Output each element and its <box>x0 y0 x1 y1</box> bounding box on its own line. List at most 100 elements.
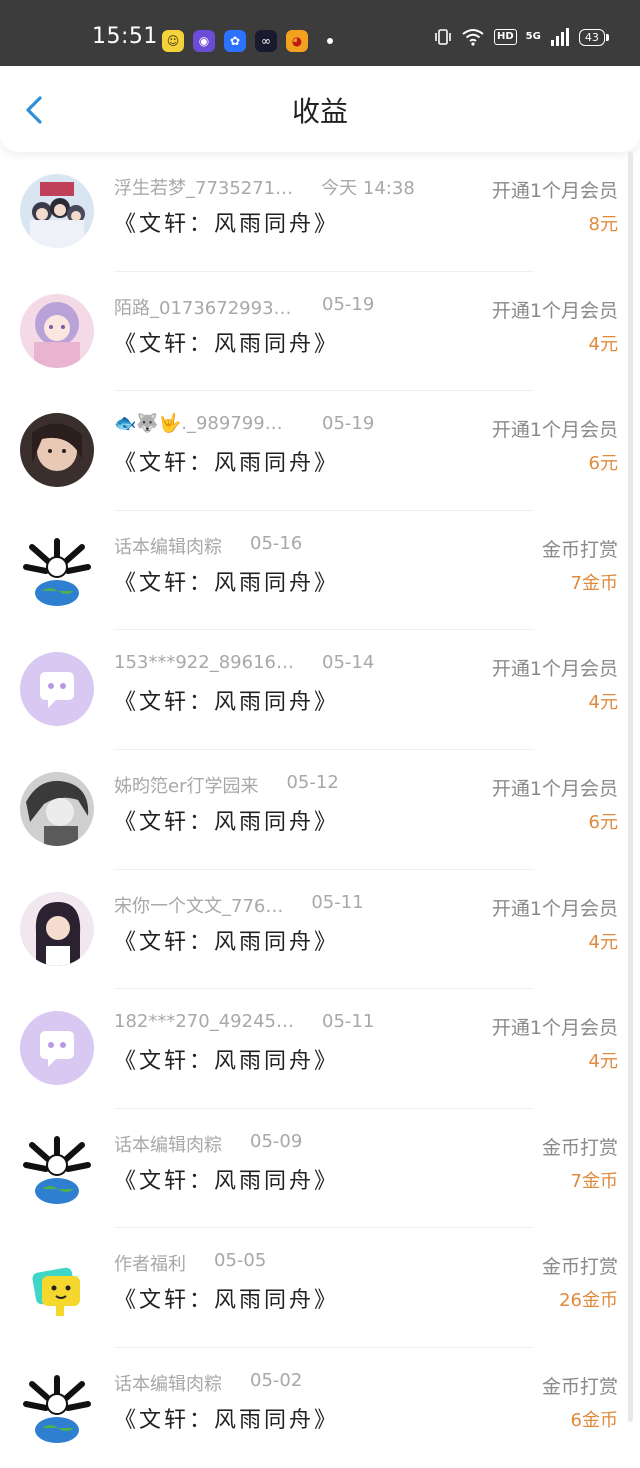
row-meta: 话本编辑肉粽 05-16 <box>114 533 302 559</box>
book-title: 《文轩：风雨同舟》 <box>114 1049 340 1075</box>
earning-row[interactable]: 182***270_4924577777 05-11 《文轩：风雨同舟》 开通1个… <box>0 989 640 1109</box>
avatar-default-chat <box>20 1011 94 1086</box>
avatar-author-welfare <box>20 1250 94 1325</box>
row-date: 05-02 <box>250 1369 303 1391</box>
book-title: 《文轩：风雨同舟》 <box>114 570 340 596</box>
user-name: 陌路_01736729932… <box>114 297 294 319</box>
row-meta: 作者福利 05-05 <box>114 1250 266 1276</box>
signal-icon <box>550 28 569 46</box>
book-title: 《文轩：风雨同舟》 <box>114 690 340 716</box>
earning-amount: 8元 <box>588 214 618 235</box>
row-date: 05-12 <box>286 771 339 793</box>
earning-amount: 4元 <box>588 931 618 953</box>
earning-amount: 26金币 <box>559 1290 618 1312</box>
user-name: 话本编辑肉粽 <box>114 536 222 558</box>
earning-type: 金币打赏 <box>541 1136 618 1159</box>
hd-badge: HD <box>494 29 517 45</box>
book-title: 《文轩：风雨同舟》 <box>114 1168 340 1194</box>
avatar-earth-dog <box>20 1369 94 1444</box>
avatar-default-chat <box>20 652 94 727</box>
user-name: 浮生若梦_7735271… <box>114 178 294 199</box>
dark-app-icon: ∞ <box>255 30 277 52</box>
row-meta: 话本编辑肉粽 05-09 <box>114 1131 302 1157</box>
weibo-app-icon: ◕ <box>286 30 308 52</box>
network-type: 5G <box>525 31 541 42</box>
book-title: 《文轩：风雨同舟》 <box>114 1407 340 1433</box>
earning-row[interactable]: 宋你一个文文_776… 05-11 《文轩：风雨同舟》 开通1个月会员 4元 <box>0 870 640 990</box>
earning-row[interactable]: 陌路_01736729932… 05-19 《文轩：风雨同舟》 开通1个月会员 4… <box>0 272 640 392</box>
earning-type: 开通1个月会员 <box>491 299 618 322</box>
row-date: 05-14 <box>322 652 375 674</box>
status-right-group: HD 5G 43 <box>434 27 609 47</box>
user-name: 姊昀笵er㣔学园来 <box>114 775 259 797</box>
row-date: 05-19 <box>322 293 375 315</box>
user-name: 宋你一个文文_776… <box>114 895 284 917</box>
user-name: 作者福利 <box>114 1254 186 1276</box>
book-title: 《文轩：风雨同舟》 <box>114 331 340 357</box>
earning-amount: 4元 <box>588 1051 618 1073</box>
vibrate-icon <box>435 29 451 45</box>
earning-amount: 4元 <box>588 333 618 355</box>
row-meta: 🐟🐺🤟._9897999… 05-19 <box>114 413 374 434</box>
book-title: 《文轩：风雨同舟》 <box>114 809 340 835</box>
book-title: 《文轩：风雨同舟》 <box>114 1288 340 1314</box>
earning-row[interactable]: 浮生若梦_7735271… 今天 14:38 《文轩：风雨同舟》 开通1个月会员 … <box>0 152 640 272</box>
status-bar: 15:51 ☺ ◉ ✿ ∞ ◕ HD 5G 43 <box>0 0 640 66</box>
earning-amount: 6元 <box>588 453 618 475</box>
earning-row[interactable]: 话本编辑肉粽 05-02 《文轩：风雨同舟》 金币打赏 6金币 <box>0 1348 640 1468</box>
row-date: 05-09 <box>250 1130 303 1152</box>
user-name: 182***270_4924577777 <box>114 1011 294 1033</box>
avatar-earth-dog <box>20 532 94 607</box>
earning-type: 金币打赏 <box>541 538 618 561</box>
scrollbar[interactable] <box>628 152 633 1422</box>
earning-row[interactable]: 153***922_8961639690 05-14 《文轩：风雨同舟》 开通1个… <box>0 630 640 750</box>
avatar-photo-woman <box>20 891 94 966</box>
purple-app-icon: ◉ <box>193 30 215 52</box>
earning-type: 开通1个月会员 <box>491 1017 618 1040</box>
earning-row[interactable]: 🐟🐺🤟._9897999… 05-19 《文轩：风雨同舟》 开通1个月会员 6元 <box>0 391 640 511</box>
earning-row[interactable]: 话本编辑肉粽 05-16 《文轩：风雨同舟》 金币打赏 7金币 <box>0 511 640 631</box>
earning-type: 开通1个月会员 <box>491 777 618 800</box>
row-meta: 宋你一个文文_776… 05-11 <box>114 892 364 918</box>
row-date: 05-11 <box>322 1011 375 1033</box>
avatar-earth-dog <box>20 1130 94 1205</box>
book-title: 《文轩：风雨同舟》 <box>114 451 340 477</box>
earning-row[interactable]: 作者福利 05-05 《文轩：风雨同舟》 金币打赏 26金币 <box>0 1228 640 1348</box>
avatar-photo-girl <box>20 413 94 488</box>
earning-row[interactable]: 话本编辑肉粽 05-09 《文轩：风雨同舟》 金币打赏 7金币 <box>0 1109 640 1229</box>
earning-type: 金币打赏 <box>541 1375 618 1398</box>
earnings-list: 浮生若梦_7735271… 今天 14:38 《文轩：风雨同舟》 开通1个月会员 … <box>0 152 640 1468</box>
wifi-icon <box>462 29 484 46</box>
user-name: 153***922_8961639690 <box>114 652 294 674</box>
avatar-anime-girl <box>20 293 94 368</box>
nav-header: 收益 <box>0 66 640 152</box>
status-time: 15:51 <box>92 24 158 49</box>
row-date: 今天 14:38 <box>321 178 415 199</box>
book-title: 《文轩：风雨同舟》 <box>114 929 340 955</box>
earning-type: 金币打赏 <box>541 1256 618 1279</box>
user-name: 话本编辑肉粽 <box>114 1134 222 1156</box>
earning-amount: 7金币 <box>570 1170 618 1192</box>
row-meta: 浮生若梦_7735271… 今天 14:38 <box>114 174 415 200</box>
earning-amount: 4元 <box>588 692 618 714</box>
more-notifications-dot <box>327 38 333 44</box>
row-meta: 182***270_4924577777 05-11 <box>114 1011 374 1032</box>
earning-type: 开通1个月会员 <box>491 180 618 202</box>
earning-amount: 6元 <box>588 811 618 833</box>
row-date: 05-05 <box>214 1250 267 1272</box>
chat-app-icon: ☺ <box>162 30 184 52</box>
avatar-anime-boy <box>20 771 94 846</box>
earning-amount: 7金币 <box>570 572 618 594</box>
earning-row[interactable]: 姊昀笵er㣔学园来 05-12 《文轩：风雨同舟》 开通1个月会员 6元 <box>0 750 640 870</box>
row-meta: 话本编辑肉粽 05-02 <box>114 1370 302 1396</box>
user-name: 🐟🐺🤟._9897999… <box>114 413 294 435</box>
book-title: 《文轩：风雨同舟》 <box>114 212 340 237</box>
row-meta: 153***922_8961639690 05-14 <box>114 652 374 673</box>
row-meta: 姊昀笵er㣔学园来 05-12 <box>114 772 339 798</box>
battery-icon: 43 <box>578 28 609 46</box>
row-date: 05-19 <box>322 413 375 435</box>
earning-amount: 6金币 <box>570 1409 618 1431</box>
user-name: 话本编辑肉粽 <box>114 1373 222 1395</box>
notification-icons: ☺ ◉ ✿ ∞ ◕ <box>162 30 333 52</box>
earning-type: 开通1个月会员 <box>491 897 618 920</box>
